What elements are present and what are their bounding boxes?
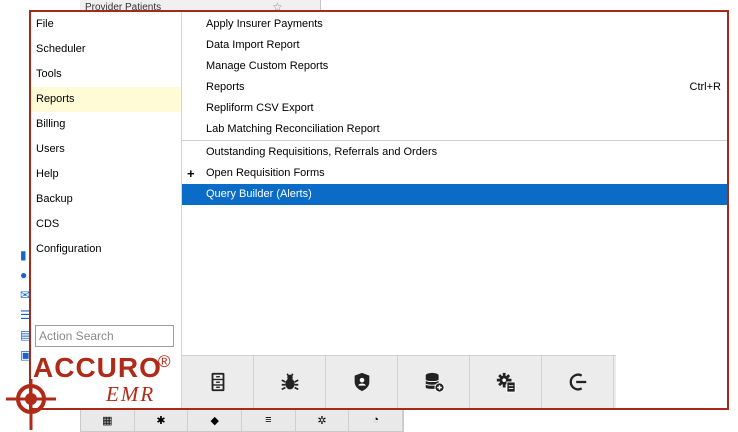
menu-file[interactable]: File: [31, 12, 181, 37]
menu-cds[interactable]: CDS: [31, 212, 181, 237]
submenu-label: Manage Custom Reports: [206, 60, 329, 72]
action-search-input[interactable]: Action Search: [35, 325, 174, 347]
submenu-apply-insurer-payments[interactable]: Apply Insurer Payments: [182, 14, 727, 35]
logout-icon: ◔: [349, 409, 404, 431]
brand-name: ACCURO: [33, 352, 162, 383]
submenu-label: Apply Insurer Payments: [206, 18, 323, 30]
main-menu-popup: File Scheduler Tools Reports Billing Use…: [29, 10, 729, 410]
submenu-label: Data Import Report: [206, 39, 300, 51]
submenu-lab-matching-reconciliation[interactable]: Lab Matching Reconciliation Report: [182, 119, 727, 140]
menu-users[interactable]: Users: [31, 137, 181, 162]
brand-subtitle: EMR: [106, 382, 156, 406]
menu-configuration[interactable]: Configuration: [31, 237, 181, 262]
quick-action-toolbar: [182, 355, 616, 408]
shield-user-icon: [354, 372, 369, 392]
registered-mark: ®: [158, 352, 171, 371]
logout-icon: [569, 373, 586, 391]
cabinet-icon: ▦: [81, 409, 135, 431]
database-add-icon: [424, 372, 445, 393]
plus-icon: +: [187, 166, 195, 181]
submenu-repliform-csv-export[interactable]: Repliform CSV Export: [182, 98, 727, 119]
gear-doc-icon: [496, 372, 516, 393]
menu-scheduler[interactable]: Scheduler: [31, 37, 181, 62]
submenu-label: Query Builder (Alerts): [206, 188, 312, 200]
submenu-open-requisition-forms[interactable]: + Open Requisition Forms: [182, 163, 727, 184]
bug-icon: [280, 373, 299, 391]
database-add-button[interactable]: [398, 356, 470, 408]
submenu-label: Outstanding Requisitions, Referrals and …: [206, 146, 438, 158]
submenu-label: Reports: [206, 81, 245, 93]
submenu-label: Repliform CSV Export: [206, 102, 314, 114]
menu-separator: [182, 140, 727, 141]
settings-document-button[interactable]: [470, 356, 542, 408]
submenu-manage-custom-reports[interactable]: Manage Custom Reports: [182, 56, 727, 77]
menu-reports[interactable]: Reports: [31, 87, 181, 112]
bug-icon: ✱: [135, 409, 189, 431]
shortcut-label: Ctrl+R: [689, 81, 721, 93]
submenu-reports[interactable]: Reports Ctrl+R: [182, 77, 727, 98]
reports-submenu: Apply Insurer Payments Data Import Repor…: [182, 12, 727, 408]
background-toolbar: ▦ ✱ ◆ ≡ ✲ ◔: [80, 408, 404, 432]
cabinet-button[interactable]: [182, 356, 254, 408]
menu-help[interactable]: Help: [31, 162, 181, 187]
logout-button[interactable]: [542, 356, 614, 408]
menu-category-list: File Scheduler Tools Reports Billing Use…: [31, 12, 182, 408]
shield-user-icon: ◆: [188, 409, 243, 431]
menu-backup[interactable]: Backup: [31, 187, 181, 212]
shield-user-button[interactable]: [326, 356, 398, 408]
submenu-label: Open Requisition Forms: [206, 167, 325, 179]
submenu-label: Lab Matching Reconciliation Report: [206, 123, 380, 135]
menu-tools[interactable]: Tools: [31, 62, 181, 87]
menu-billing[interactable]: Billing: [31, 112, 181, 137]
submenu-outstanding-requisitions[interactable]: Outstanding Requisitions, Referrals and …: [182, 142, 727, 163]
cabinet-icon: [211, 372, 224, 392]
bug-report-button[interactable]: [254, 356, 326, 408]
gear-doc-icon: ✲: [296, 409, 350, 431]
submenu-query-builder-alerts[interactable]: Query Builder (Alerts): [182, 184, 727, 205]
submenu-data-import-report[interactable]: Data Import Report: [182, 35, 727, 56]
database-add-icon: ≡: [242, 409, 296, 431]
